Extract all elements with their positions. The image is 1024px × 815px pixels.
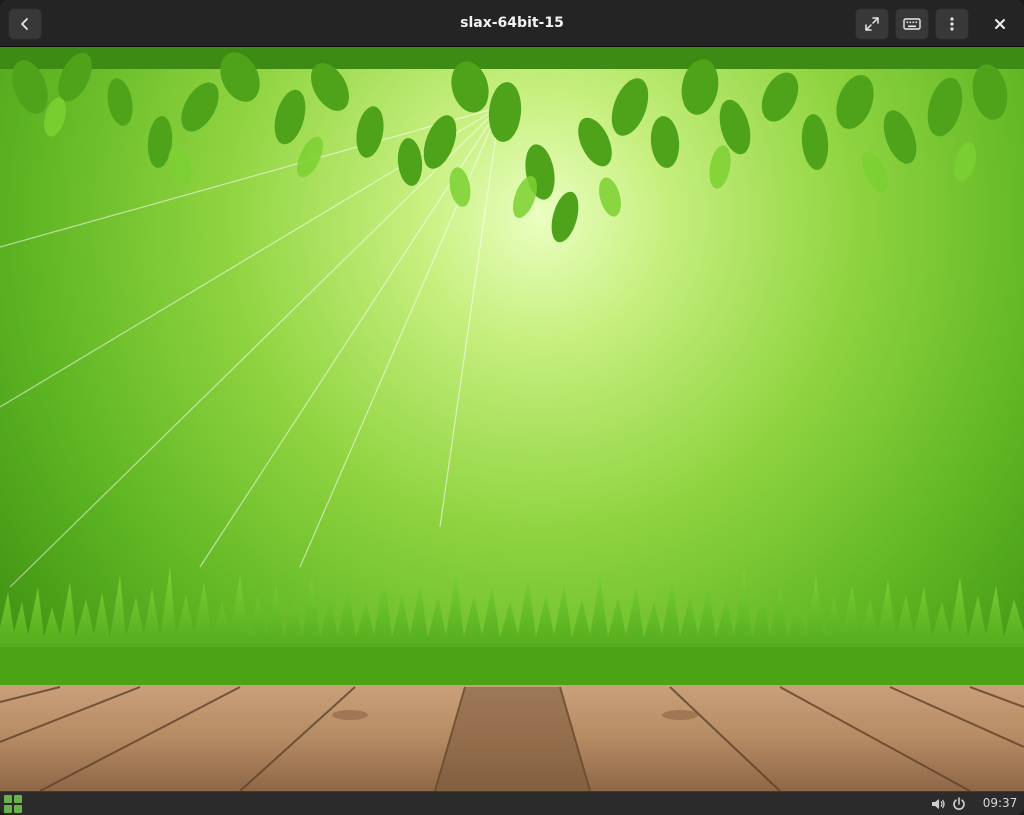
header-bar: slax-64bit-15 — [0, 0, 1024, 47]
back-button[interactable] — [8, 8, 42, 40]
wooden-floor — [0, 685, 1024, 791]
taskbar: 09:37 — [0, 791, 1024, 815]
fullscreen-button[interactable] — [855, 8, 889, 40]
clock[interactable]: 09:37 — [978, 792, 1022, 815]
keyboard-button[interactable] — [895, 8, 929, 40]
power-icon[interactable] — [951, 796, 967, 812]
keyboard-icon — [903, 18, 921, 30]
remote-desktop-area[interactable] — [0, 47, 1024, 791]
app-grid-icon — [4, 795, 12, 803]
close-button[interactable] — [983, 8, 1017, 40]
menu-button[interactable] — [935, 8, 969, 40]
vertical-dots-icon — [950, 17, 954, 31]
start-menu-button[interactable] — [3, 794, 23, 814]
volume-icon[interactable] — [930, 796, 946, 812]
remote-desktop-window: slax-64bit-15 09:37 — [0, 0, 1024, 815]
chevron-left-icon — [21, 18, 28, 30]
close-icon — [995, 19, 1005, 29]
expand-icon — [865, 17, 879, 31]
desktop-wallpaper — [0, 47, 1024, 791]
